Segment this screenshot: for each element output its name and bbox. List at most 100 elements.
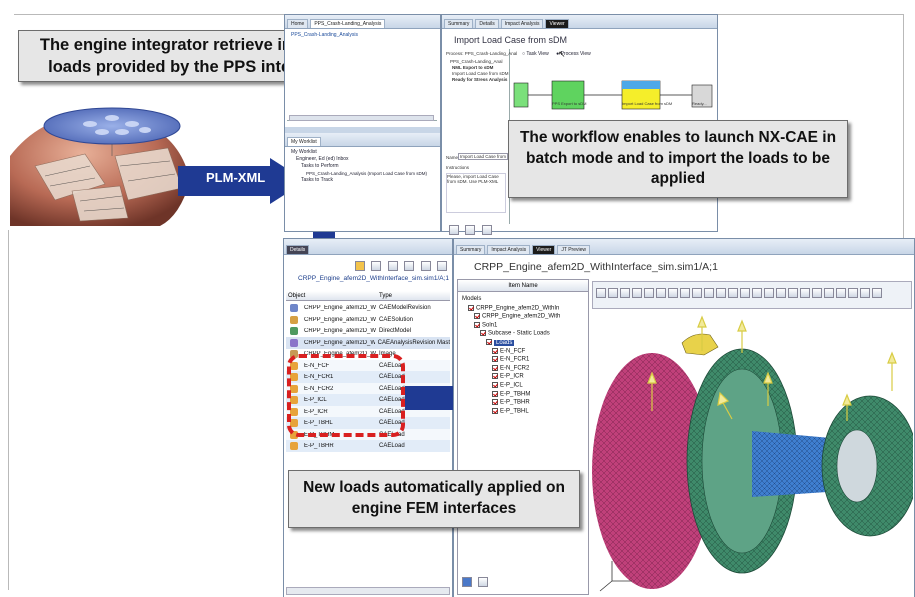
col-object[interactable]: Object [286, 293, 376, 299]
details-row[interactable]: CRPP_Engine_afem2D_Wi CAEModelRevision [286, 302, 450, 314]
tool-button[interactable] [668, 287, 678, 298]
worklist-tree-item[interactable]: My Worklist [291, 149, 427, 156]
process-item[interactable]: Import Load Case from sDM [452, 71, 509, 76]
tab-viewer-2[interactable]: Viewer [532, 245, 556, 254]
tab-viewer[interactable]: Viewer [545, 19, 569, 28]
worklist-tree-item[interactable]: Engineer, Ed (ed) Inbox [291, 156, 427, 163]
details-row[interactable]: CRPP_Engine_afem2D_Wi CAESolution [286, 314, 450, 326]
tool-button[interactable] [728, 287, 738, 298]
viewer-tree-item[interactable]: Models [462, 296, 481, 302]
tab-my-worklist[interactable]: My Worklist [287, 137, 321, 146]
radio-task-view[interactable]: ○ Task View [522, 51, 549, 57]
node-label-ready: Ready... [692, 101, 707, 106]
tool-button[interactable] [788, 287, 798, 298]
tab-summary[interactable]: Summary [444, 19, 474, 28]
viewer-tree-item[interactable]: E-P_ICR [492, 373, 524, 380]
tool-button[interactable] [608, 287, 618, 298]
checkbox-icon[interactable] [474, 321, 480, 328]
tool-button[interactable] [632, 287, 642, 298]
checkbox-icon[interactable] [468, 304, 474, 311]
tab-summary-2[interactable]: Summary [456, 245, 486, 254]
viewer-tree-item[interactable]: E-P_TBHM [492, 390, 531, 398]
worklist-scrollbar[interactable] [289, 115, 434, 121]
viewer-tree-item[interactable]: Loads [486, 339, 515, 346]
worklist-tree-item[interactable]: Tasks to Track [291, 177, 427, 184]
tool-button[interactable] [704, 287, 714, 298]
toolbar-button[interactable] [437, 260, 448, 271]
tool-button[interactable] [752, 287, 762, 298]
col-type[interactable]: Type [376, 293, 392, 299]
tool-button[interactable] [848, 287, 858, 298]
toolbar-button[interactable] [387, 260, 398, 271]
checkbox-icon[interactable] [492, 347, 498, 354]
action-button[interactable] [481, 224, 492, 235]
checkbox-icon[interactable] [492, 407, 498, 414]
details-row[interactable]: CRPP_Engine_afem2D_Wi CAEAnalysisRevision… [286, 336, 450, 349]
tab-impact[interactable]: Impact Analysis [500, 19, 544, 28]
checkbox-icon[interactable] [492, 364, 498, 371]
checkbox-icon[interactable] [486, 339, 492, 345]
viewer-tree-item[interactable]: E-P_TBHL [492, 407, 529, 414]
checkbox-icon[interactable] [492, 390, 498, 397]
checkbox-icon[interactable] [492, 382, 498, 388]
tool-button[interactable] [692, 287, 702, 298]
toolbar-button[interactable] [404, 260, 415, 271]
toolbar-button[interactable] [355, 260, 365, 271]
name-value[interactable]: Import Load Case from sDM [458, 153, 508, 160]
action-button[interactable] [465, 224, 476, 235]
viewer-tree-item[interactable]: E-P_ICL [492, 382, 523, 389]
tool-button[interactable] [644, 287, 654, 298]
tool-button[interactable] [860, 287, 870, 298]
tool-button[interactable] [656, 287, 666, 298]
tree-item-label: E-P_TBHM [500, 391, 531, 398]
item-name-header[interactable]: Item Name [458, 280, 588, 292]
toolbar-button[interactable] [371, 260, 382, 271]
checkbox-icon[interactable] [492, 373, 498, 380]
row-object: CRPP_Engine_afem2D_Wi [304, 339, 375, 346]
tab-details-panel[interactable]: Details [286, 245, 310, 254]
tree-button[interactable] [462, 576, 472, 587]
tool-button[interactable] [800, 287, 810, 298]
details-row[interactable]: E-P_TBHR CAELoad [286, 440, 450, 452]
fem-3d-viewport[interactable] [592, 311, 913, 595]
checkbox-icon[interactable] [480, 330, 486, 337]
viewer-tree-item[interactable]: Subcase - Static Loads [480, 330, 550, 337]
worklist-tree-item[interactable]: Tasks to Perform [291, 163, 427, 170]
tool-button[interactable] [716, 287, 726, 298]
details-scrollbar[interactable] [286, 587, 450, 595]
tab-jt-preview[interactable]: JT Preview [557, 245, 590, 254]
viewer-tree-item[interactable]: E-P_TBHR [492, 399, 530, 406]
checkbox-icon[interactable] [474, 313, 480, 320]
tab-pps-crash[interactable]: PPS_Crash-Landing_Analysis [310, 19, 386, 28]
viewer-tree-item[interactable]: CRPP_Engine_afem2D_WithIn [468, 304, 559, 311]
tool-button[interactable] [836, 287, 846, 298]
instructions-text[interactable]: Please, import Load Case from sDM. Use P… [446, 173, 506, 213]
viewer-tree-item[interactable]: Soln1 [474, 321, 497, 328]
tab-details[interactable]: Details [475, 19, 499, 28]
action-button[interactable] [449, 224, 459, 235]
viewer-tree-item[interactable]: E-N_FCR2 [492, 364, 529, 371]
tool-button[interactable] [776, 287, 786, 298]
tool-button[interactable] [872, 287, 882, 298]
tool-button[interactable] [764, 287, 774, 298]
tool-button[interactable] [812, 287, 822, 298]
checkbox-icon[interactable] [492, 356, 498, 363]
details-row[interactable]: CRPP_Engine_afem2D_Wi DirectModel [286, 325, 450, 337]
tab-impact-2[interactable]: Impact Analysis [487, 245, 531, 254]
tool-button[interactable] [740, 287, 750, 298]
tool-button[interactable] [680, 287, 690, 298]
tab-home[interactable]: Home [287, 19, 309, 28]
tree-button[interactable] [478, 576, 489, 587]
toolbar-button[interactable] [420, 260, 431, 271]
viewer-tree-item[interactable]: E-N_FCR1 [492, 356, 529, 363]
tool-button[interactable] [824, 287, 834, 298]
process-item[interactable]: Ready for Stress Analysis [452, 77, 507, 82]
checkbox-icon[interactable] [492, 399, 498, 406]
process-item[interactable]: NML Export to sDM [452, 65, 493, 70]
tool-button[interactable] [620, 287, 630, 298]
viewer-tree-item[interactable]: E-N_FCF [492, 347, 525, 354]
worklist-tree-item[interactable]: PPS_Crash-Landing_Analysis (Import Load … [291, 170, 427, 177]
process-item[interactable]: PPS_Crash-Landing_Anal [450, 59, 503, 64]
tool-button[interactable] [596, 287, 606, 298]
viewer-tree-item[interactable]: CRPP_Engine_afem2D_With [474, 313, 560, 320]
